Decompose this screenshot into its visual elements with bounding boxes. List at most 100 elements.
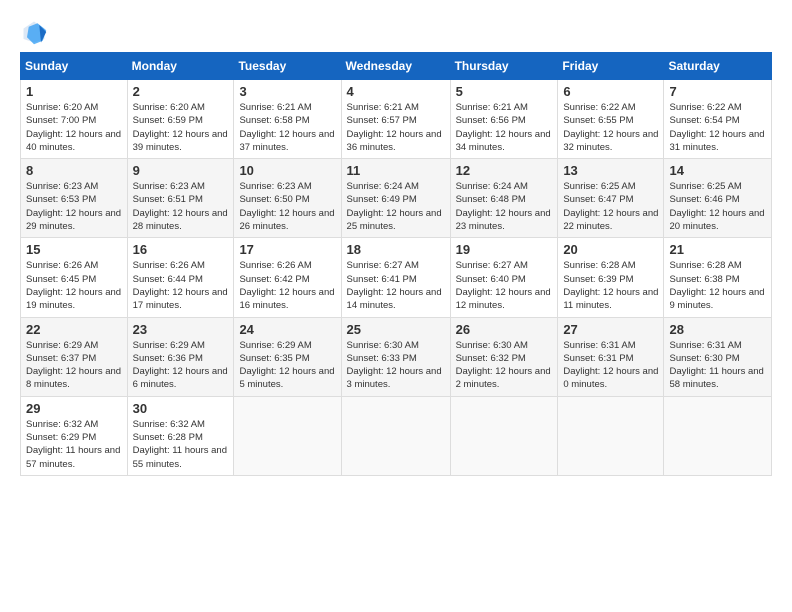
day-info: Sunrise: 6:29 AM Sunset: 6:36 PM Dayligh… [133,339,229,392]
calendar-cell: 4Sunrise: 6:21 AM Sunset: 6:57 PM Daylig… [341,80,450,159]
day-info: Sunrise: 6:29 AM Sunset: 6:35 PM Dayligh… [239,339,335,392]
calendar-week-2: 8Sunrise: 6:23 AM Sunset: 6:53 PM Daylig… [21,159,772,238]
calendar-week-1: 1 Sunrise: 6:20 AM Sunset: 7:00 PM Daylig… [21,80,772,159]
calendar-cell: 9 Sunrise: 6:23 AM Sunset: 6:51 PM Daylig… [127,159,234,238]
day-number: 21 [669,242,766,257]
day-info: Sunrise: 6:20 AM Sunset: 6:59 PM Dayligh… [133,101,229,154]
calendar-cell: 24 Sunrise: 6:29 AM Sunset: 6:35 PM Dayli… [234,317,341,396]
calendar-table: SundayMondayTuesdayWednesdayThursdayFrid… [20,52,772,476]
calendar-cell: 3Sunrise: 6:21 AM Sunset: 6:58 PM Daylig… [234,80,341,159]
day-info: Sunrise: 6:28 AM Sunset: 6:39 PM Dayligh… [563,259,658,312]
day-info: Sunrise: 6:27 AM Sunset: 6:40 PM Dayligh… [456,259,553,312]
day-number: 5 [456,84,553,99]
calendar-cell: 23 Sunrise: 6:29 AM Sunset: 6:36 PM Dayli… [127,317,234,396]
day-number: 12 [456,163,553,178]
calendar-cell [234,396,341,475]
day-number: 9 [133,163,229,178]
day-info: Sunrise: 6:30 AM Sunset: 6:33 PM Dayligh… [347,339,445,392]
day-info: Sunrise: 6:26 AM Sunset: 6:42 PM Dayligh… [239,259,335,312]
calendar-cell: 5Sunrise: 6:21 AM Sunset: 6:56 PM Daylig… [450,80,558,159]
calendar-header-tuesday: Tuesday [234,53,341,80]
calendar-cell: 17 Sunrise: 6:26 AM Sunset: 6:42 PM Dayli… [234,238,341,317]
calendar-cell [341,396,450,475]
day-info: Sunrise: 6:23 AM Sunset: 6:53 PM Dayligh… [26,180,122,233]
calendar-header-friday: Friday [558,53,664,80]
calendar-header-thursday: Thursday [450,53,558,80]
day-info: Sunrise: 6:23 AM Sunset: 6:50 PM Dayligh… [239,180,335,233]
calendar-week-4: 22 Sunrise: 6:29 AM Sunset: 6:37 PM Dayli… [21,317,772,396]
day-number: 25 [347,322,445,337]
day-info: Sunrise: 6:21 AM Sunset: 6:57 PM Dayligh… [347,101,445,154]
logo-icon [20,18,48,46]
day-info: Sunrise: 6:22 AM Sunset: 6:54 PM Dayligh… [669,101,766,154]
day-number: 6 [563,84,658,99]
calendar-header-row: SundayMondayTuesdayWednesdayThursdayFrid… [21,53,772,80]
calendar-header-sunday: Sunday [21,53,128,80]
calendar-cell [450,396,558,475]
calendar-cell: 30 Sunrise: 6:32 AM Sunset: 6:28 PM Dayli… [127,396,234,475]
calendar-week-3: 15 Sunrise: 6:26 AM Sunset: 6:45 PM Dayli… [21,238,772,317]
day-number: 16 [133,242,229,257]
day-number: 15 [26,242,122,257]
calendar-cell: 11 Sunrise: 6:24 AM Sunset: 6:49 PM Dayli… [341,159,450,238]
day-number: 13 [563,163,658,178]
day-info: Sunrise: 6:32 AM Sunset: 6:28 PM Dayligh… [133,418,229,471]
day-info: Sunrise: 6:30 AM Sunset: 6:32 PM Dayligh… [456,339,553,392]
day-number: 10 [239,163,335,178]
day-number: 17 [239,242,335,257]
day-info: Sunrise: 6:31 AM Sunset: 6:31 PM Dayligh… [563,339,658,392]
calendar-header-wednesday: Wednesday [341,53,450,80]
calendar-cell: 1 Sunrise: 6:20 AM Sunset: 7:00 PM Daylig… [21,80,128,159]
calendar-cell: 22 Sunrise: 6:29 AM Sunset: 6:37 PM Dayli… [21,317,128,396]
calendar-cell: 8Sunrise: 6:23 AM Sunset: 6:53 PM Daylig… [21,159,128,238]
day-info: Sunrise: 6:22 AM Sunset: 6:55 PM Dayligh… [563,101,658,154]
day-number: 24 [239,322,335,337]
day-info: Sunrise: 6:25 AM Sunset: 6:46 PM Dayligh… [669,180,766,233]
calendar-cell: 21Sunrise: 6:28 AM Sunset: 6:38 PM Dayli… [664,238,772,317]
calendar-cell: 2 Sunrise: 6:20 AM Sunset: 6:59 PM Daylig… [127,80,234,159]
day-number: 19 [456,242,553,257]
day-number: 2 [133,84,229,99]
calendar-cell: 6 Sunrise: 6:22 AM Sunset: 6:55 PM Daylig… [558,80,664,159]
day-info: Sunrise: 6:26 AM Sunset: 6:45 PM Dayligh… [26,259,122,312]
day-number: 23 [133,322,229,337]
calendar-cell: 27 Sunrise: 6:31 AM Sunset: 6:31 PM Dayli… [558,317,664,396]
calendar-cell: 12Sunrise: 6:24 AM Sunset: 6:48 PM Dayli… [450,159,558,238]
calendar-cell: 20 Sunrise: 6:28 AM Sunset: 6:39 PM Dayli… [558,238,664,317]
calendar-cell [664,396,772,475]
day-number: 28 [669,322,766,337]
page: SundayMondayTuesdayWednesdayThursdayFrid… [0,0,792,612]
calendar-week-5: 29 Sunrise: 6:32 AM Sunset: 6:29 PM Dayli… [21,396,772,475]
calendar-header-monday: Monday [127,53,234,80]
day-info: Sunrise: 6:31 AM Sunset: 6:30 PM Dayligh… [669,339,766,392]
calendar-cell: 29 Sunrise: 6:32 AM Sunset: 6:29 PM Dayli… [21,396,128,475]
calendar-cell: 28 Sunrise: 6:31 AM Sunset: 6:30 PM Dayli… [664,317,772,396]
day-info: Sunrise: 6:23 AM Sunset: 6:51 PM Dayligh… [133,180,229,233]
day-info: Sunrise: 6:20 AM Sunset: 7:00 PM Dayligh… [26,101,122,154]
day-number: 1 [26,84,122,99]
day-info: Sunrise: 6:27 AM Sunset: 6:41 PM Dayligh… [347,259,445,312]
day-info: Sunrise: 6:26 AM Sunset: 6:44 PM Dayligh… [133,259,229,312]
day-number: 26 [456,322,553,337]
calendar-cell: 10 Sunrise: 6:23 AM Sunset: 6:50 PM Dayli… [234,159,341,238]
day-info: Sunrise: 6:29 AM Sunset: 6:37 PM Dayligh… [26,339,122,392]
day-info: Sunrise: 6:32 AM Sunset: 6:29 PM Dayligh… [26,418,122,471]
day-number: 30 [133,401,229,416]
day-number: 14 [669,163,766,178]
day-info: Sunrise: 6:24 AM Sunset: 6:49 PM Dayligh… [347,180,445,233]
day-number: 29 [26,401,122,416]
calendar-cell [558,396,664,475]
calendar-cell: 18 Sunrise: 6:27 AM Sunset: 6:41 PM Dayli… [341,238,450,317]
calendar-cell: 15 Sunrise: 6:26 AM Sunset: 6:45 PM Dayli… [21,238,128,317]
day-number: 11 [347,163,445,178]
day-number: 22 [26,322,122,337]
day-number: 7 [669,84,766,99]
calendar-cell: 16 Sunrise: 6:26 AM Sunset: 6:44 PM Dayli… [127,238,234,317]
calendar-cell: 7 Sunrise: 6:22 AM Sunset: 6:54 PM Daylig… [664,80,772,159]
calendar-header-saturday: Saturday [664,53,772,80]
day-number: 27 [563,322,658,337]
day-number: 18 [347,242,445,257]
day-number: 20 [563,242,658,257]
calendar-cell: 26 Sunrise: 6:30 AM Sunset: 6:32 PM Dayli… [450,317,558,396]
calendar-cell: 19 Sunrise: 6:27 AM Sunset: 6:40 PM Dayli… [450,238,558,317]
